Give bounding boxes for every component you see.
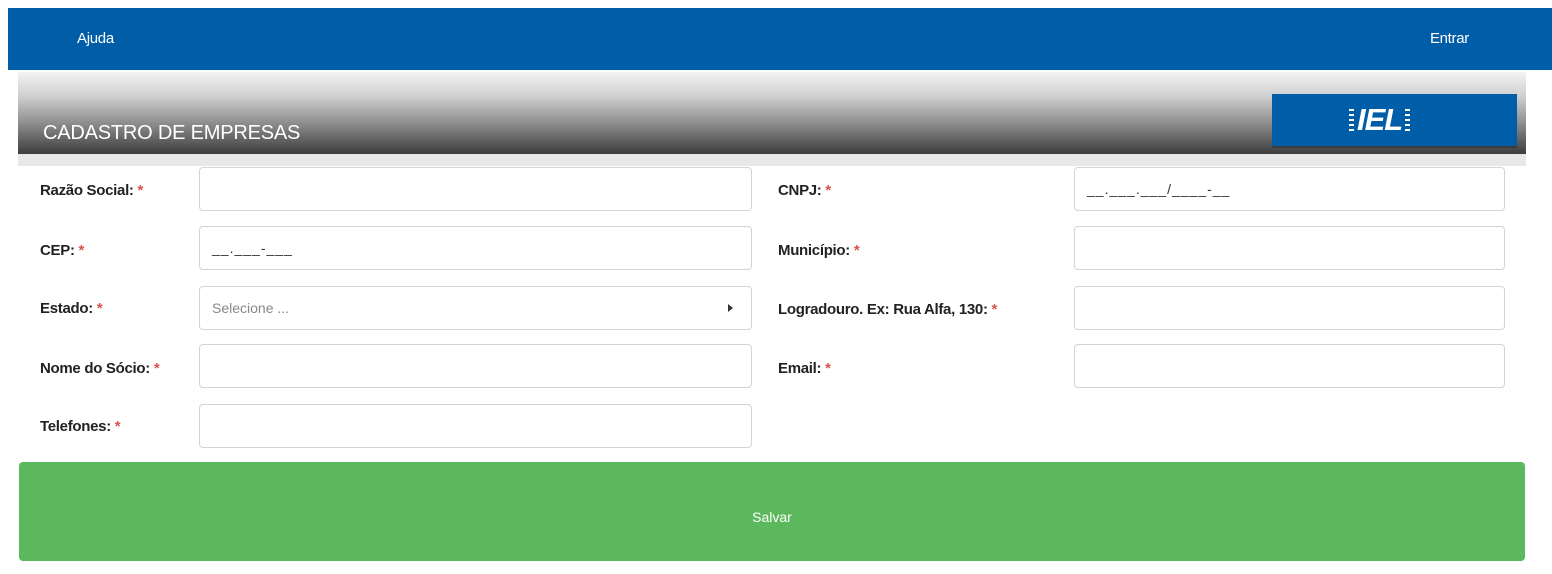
razao-social-label: Razão Social: *: [40, 182, 144, 199]
save-button-label: Salvar: [752, 509, 792, 525]
estado-label: Estado: *: [40, 300, 103, 317]
logradouro-label: Logradouro. Ex: Rua Alfa, 130: *: [778, 301, 998, 318]
cnpj-label: CNPJ: *: [778, 182, 831, 199]
required-marker: *: [153, 360, 160, 377]
iel-logo: IEL: [1272, 94, 1517, 148]
logo-left-bars-icon: [1349, 109, 1354, 131]
page-header: CADASTRO DE EMPRESAS IEL: [18, 72, 1526, 154]
municipio-label: Município: *: [778, 242, 860, 259]
save-button[interactable]: Salvar: [19, 462, 1525, 561]
email-input[interactable]: [1074, 344, 1505, 388]
help-link[interactable]: Ajuda: [77, 30, 114, 47]
logo-text: IEL: [1357, 102, 1403, 137]
estado-select[interactable]: Selecione ...: [199, 286, 752, 330]
top-nav-bar: Ajuda Entrar: [8, 8, 1552, 70]
page-title: CADASTRO DE EMPRESAS: [43, 122, 301, 144]
required-marker: *: [825, 360, 831, 377]
email-label: Email: *: [778, 360, 831, 377]
municipio-input[interactable]: [1074, 226, 1505, 270]
required-marker: *: [114, 418, 121, 435]
caret-right-icon: [728, 304, 733, 312]
nome-socio-input[interactable]: [199, 344, 752, 388]
required-marker: *: [78, 242, 85, 259]
cep-input[interactable]: __.___-___: [199, 226, 752, 270]
logradouro-input[interactable]: [1074, 286, 1505, 330]
cnpj-input[interactable]: __.___.___/____-__: [1074, 167, 1505, 211]
razao-social-input[interactable]: [199, 167, 752, 211]
telefones-input[interactable]: [199, 404, 752, 448]
header-divider: [18, 154, 1526, 166]
nome-socio-label: Nome do Sócio: *: [40, 360, 160, 377]
cep-label: CEP: *: [40, 242, 85, 259]
telefones-label: Telefones: *: [40, 418, 121, 435]
required-marker: *: [991, 301, 998, 318]
required-marker: *: [853, 242, 860, 259]
login-link[interactable]: Entrar: [1430, 30, 1469, 47]
required-marker: *: [825, 182, 831, 199]
logo-right-bars-icon: [1405, 109, 1411, 131]
estado-select-placeholder: Selecione ...: [212, 300, 290, 316]
required-marker: *: [137, 182, 144, 199]
required-marker: *: [96, 300, 103, 317]
